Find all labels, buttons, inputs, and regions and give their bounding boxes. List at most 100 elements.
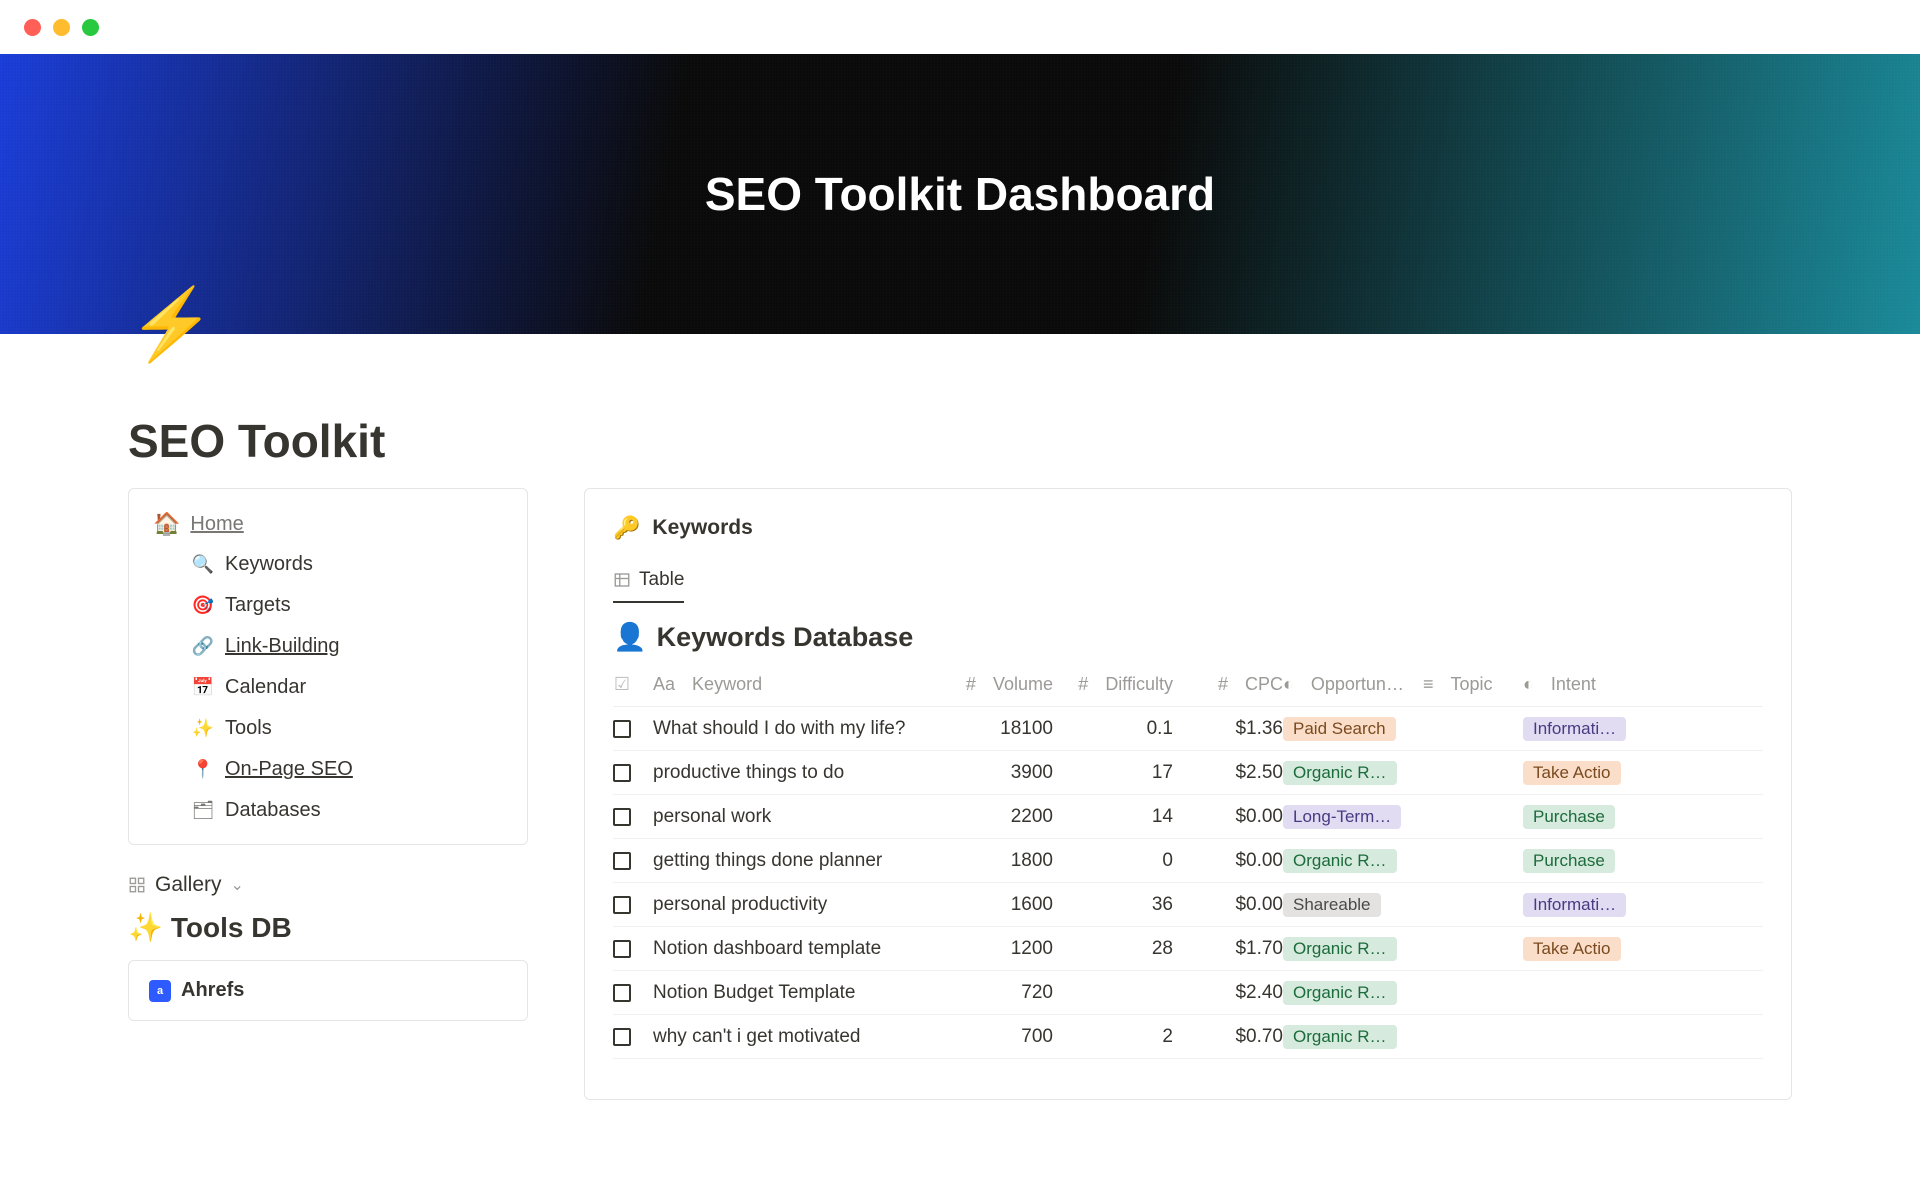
table-row[interactable]: Notion Budget Template720$2.40Organic R… xyxy=(613,971,1763,1015)
cell-opportunity: Long-Term… xyxy=(1283,805,1423,829)
calendar-icon: 📅 xyxy=(193,677,213,698)
cell-keyword: personal work xyxy=(653,806,933,828)
table-header: ☑ Aa Keyword # Volume # Difficulty # CPC… xyxy=(613,663,1763,707)
col-volume[interactable]: Volume xyxy=(993,674,1053,695)
row-checkbox[interactable] xyxy=(613,720,631,738)
sidebar-item-keywords[interactable]: 🔍 Keywords xyxy=(193,553,503,576)
hero-title: SEO Toolkit Dashboard xyxy=(705,167,1215,221)
cell-difficulty: 2 xyxy=(1053,1026,1173,1048)
table-row[interactable]: personal work220014$0.00Long-Term… Purcha… xyxy=(613,795,1763,839)
sidebar-item-label: On-Page SEO xyxy=(225,758,353,781)
cell-volume: 2200 xyxy=(933,806,1053,828)
cell-intent: Take Actio xyxy=(1523,937,1643,961)
window-close-button[interactable] xyxy=(24,19,41,36)
list-icon: ≡ xyxy=(1423,674,1434,695)
cell-keyword: productive things to do xyxy=(653,762,933,784)
hash-icon: # xyxy=(1078,674,1088,695)
col-cpc[interactable]: CPC xyxy=(1245,674,1283,695)
cell-volume: 3900 xyxy=(933,762,1053,784)
header-checkbox-icon: ☑ xyxy=(613,676,631,694)
col-difficulty[interactable]: Difficulty xyxy=(1105,674,1173,695)
tab-table[interactable]: Table xyxy=(613,569,684,603)
row-checkbox[interactable] xyxy=(613,896,631,914)
cell-opportunity: Paid Search xyxy=(1283,717,1423,741)
cell-volume: 1200 xyxy=(933,938,1053,960)
cell-keyword: getting things done planner xyxy=(653,850,933,872)
link-icon: 🔗 xyxy=(193,636,213,657)
col-intent[interactable]: Intent xyxy=(1551,674,1596,695)
tools-db-title[interactable]: ✨ Tools DB xyxy=(128,911,528,944)
sidebar-item-label: Calendar xyxy=(225,676,306,699)
home-icon: 🏠 xyxy=(153,511,180,537)
cell-difficulty: 17 xyxy=(1053,762,1173,784)
cell-volume: 700 xyxy=(933,1026,1053,1048)
table-row[interactable]: Notion dashboard template120028$1.70Orga… xyxy=(613,927,1763,971)
hero-banner: SEO Toolkit Dashboard xyxy=(0,54,1920,334)
cell-difficulty: 14 xyxy=(1053,806,1173,828)
sidebar-item-databases[interactable]: 🗂 Databases xyxy=(193,799,503,822)
row-checkbox[interactable] xyxy=(613,940,631,958)
cell-difficulty: 36 xyxy=(1053,894,1173,916)
sidebar-item-label: Keywords xyxy=(225,553,313,576)
select-icon: ◐ xyxy=(1523,674,1534,695)
cell-difficulty: 0.1 xyxy=(1053,718,1173,740)
cell-keyword: Notion dashboard template xyxy=(653,938,933,960)
cell-volume: 1800 xyxy=(933,850,1053,872)
sidebar-item-label: Targets xyxy=(225,594,291,617)
cell-cpc: $0.70 xyxy=(1173,1026,1283,1048)
sparkle-icon: ✨ xyxy=(193,718,213,739)
cell-opportunity: Organic R… xyxy=(1283,849,1423,873)
hash-icon: # xyxy=(1218,674,1228,695)
page-title: SEO Toolkit xyxy=(128,334,1792,488)
table-icon xyxy=(613,571,631,589)
window-maximize-button[interactable] xyxy=(82,19,99,36)
page-icon-lightning[interactable]: ⚡ xyxy=(128,284,215,366)
db-header-title: Keywords xyxy=(652,516,752,540)
table-row[interactable]: personal productivity160036$0.00Shareabl… xyxy=(613,883,1763,927)
pin-icon: 📍 xyxy=(193,759,213,780)
col-topic[interactable]: Topic xyxy=(1451,674,1493,695)
sidebar-item-on-page-seo[interactable]: 📍 On-Page SEO xyxy=(193,758,503,781)
cell-difficulty: 28 xyxy=(1053,938,1173,960)
view-switch-gallery[interactable]: Gallery ⌄ xyxy=(128,873,528,897)
keywords-table: ☑ Aa Keyword # Volume # Difficulty # CPC… xyxy=(613,663,1763,1059)
cell-cpc: $2.40 xyxy=(1173,982,1283,1004)
cell-difficulty: 0 xyxy=(1053,850,1173,872)
row-checkbox[interactable] xyxy=(613,1028,631,1046)
table-row[interactable]: getting things done planner18000$0.00Org… xyxy=(613,839,1763,883)
window-minimize-button[interactable] xyxy=(53,19,70,36)
sidebar-home-link[interactable]: 🏠 Home xyxy=(153,511,503,537)
table-row[interactable]: why can't i get motivated7002$0.70Organi… xyxy=(613,1015,1763,1059)
tool-name: Ahrefs xyxy=(181,979,244,1002)
cell-cpc: $0.00 xyxy=(1173,894,1283,916)
key-icon: 🔑 xyxy=(613,515,640,541)
table-row[interactable]: productive things to do390017$2.50Organi… xyxy=(613,751,1763,795)
db-title: Keywords Database xyxy=(657,622,914,653)
col-opportunity[interactable]: Opportun… xyxy=(1311,674,1404,695)
cell-intent: Purchase xyxy=(1523,805,1643,829)
sidebar-item-tools[interactable]: ✨ Tools xyxy=(193,717,503,740)
sidebar-item-label: Databases xyxy=(225,799,321,822)
table-row[interactable]: What should I do with my life?181000.1$1… xyxy=(613,707,1763,751)
row-checkbox[interactable] xyxy=(613,984,631,1002)
cell-intent: Informati… xyxy=(1523,717,1643,741)
tool-card-ahrefs[interactable]: a Ahrefs xyxy=(128,960,528,1021)
row-checkbox[interactable] xyxy=(613,852,631,870)
col-keyword[interactable]: Keyword xyxy=(692,674,762,695)
sparkle-icon: ✨ xyxy=(128,911,163,944)
cell-intent: Purchase xyxy=(1523,849,1643,873)
hash-icon: # xyxy=(966,674,976,695)
row-checkbox[interactable] xyxy=(613,808,631,826)
sidebar-item-link-building[interactable]: 🔗 Link-Building xyxy=(193,635,503,658)
row-checkbox[interactable] xyxy=(613,764,631,782)
cell-opportunity: Organic R… xyxy=(1283,761,1423,785)
sidebar-item-calendar[interactable]: 📅 Calendar xyxy=(193,676,503,699)
cell-cpc: $0.00 xyxy=(1173,806,1283,828)
sidebar-item-label: Link-Building xyxy=(225,635,340,658)
cell-cpc: $1.36 xyxy=(1173,718,1283,740)
cell-cpc: $1.70 xyxy=(1173,938,1283,960)
sidebar-item-targets[interactable]: 🎯 Targets xyxy=(193,594,503,617)
cell-volume: 18100 xyxy=(933,718,1053,740)
home-label: Home xyxy=(190,513,243,536)
cell-opportunity: Shareable xyxy=(1283,893,1423,917)
